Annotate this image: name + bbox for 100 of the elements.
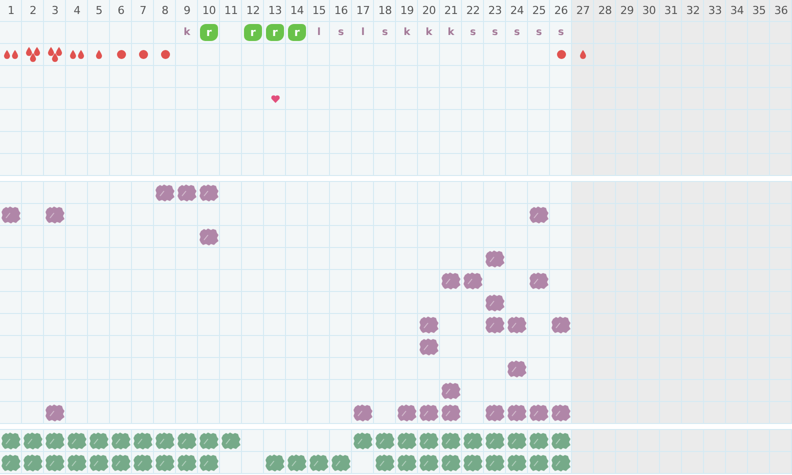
day-letter: l xyxy=(361,27,365,38)
day-number: 20 xyxy=(422,4,436,17)
blob-icon xyxy=(374,454,394,472)
blob-icon xyxy=(462,454,482,472)
day-number: 30 xyxy=(642,4,656,17)
day-number: 2 xyxy=(30,4,36,17)
drops-icon xyxy=(70,50,84,59)
drop-icon xyxy=(580,50,586,59)
blob-icon xyxy=(484,316,504,334)
blob-icon xyxy=(198,454,218,472)
day-letter: s xyxy=(338,27,344,38)
day-number: 25 xyxy=(532,4,546,17)
blob-icon xyxy=(418,316,438,334)
blob-icon xyxy=(418,404,438,422)
day-number: 35 xyxy=(752,4,766,17)
drop-icon xyxy=(96,50,102,59)
blob-icon xyxy=(396,454,416,472)
blob-icon xyxy=(110,432,130,450)
dot-icon xyxy=(138,50,148,59)
blob-icon xyxy=(506,316,526,334)
day-number: 32 xyxy=(686,4,700,17)
blob-icon xyxy=(528,454,548,472)
blob-icon xyxy=(550,432,570,450)
day-letter: k xyxy=(404,27,410,38)
blob-icon xyxy=(484,404,504,422)
day-letter: k xyxy=(448,27,454,38)
blob-icon xyxy=(330,454,350,472)
blob-icon xyxy=(550,316,570,334)
blob-icon xyxy=(66,432,86,450)
dot-icon xyxy=(160,50,170,59)
blob-icon xyxy=(264,454,284,472)
day-number: 7 xyxy=(140,4,146,17)
blob-icon xyxy=(198,184,218,202)
letter-badge: r xyxy=(266,24,284,41)
day-number: 8 xyxy=(162,4,168,17)
day-number: 22 xyxy=(466,4,480,17)
blob-icon xyxy=(528,404,548,422)
day-letter: s xyxy=(536,27,542,38)
day-letter: s xyxy=(470,27,476,38)
blob-icon xyxy=(550,404,570,422)
letter-badge: r xyxy=(200,24,218,41)
day-number: 3 xyxy=(52,4,58,17)
blob-icon xyxy=(44,206,64,224)
blob-icon xyxy=(44,454,64,472)
day-letter: s xyxy=(558,27,564,38)
day-number: 29 xyxy=(620,4,634,17)
blob-icon xyxy=(66,454,86,472)
dot-icon xyxy=(116,50,126,59)
day-letter: k xyxy=(184,27,190,38)
blob-icon xyxy=(198,228,218,246)
dot-icon xyxy=(556,50,566,59)
blob-icon xyxy=(418,338,438,356)
day-number: 28 xyxy=(598,4,612,17)
blob-icon xyxy=(396,404,416,422)
day-number: 15 xyxy=(312,4,326,17)
blob-icon xyxy=(440,272,460,290)
day-letter: s xyxy=(492,27,498,38)
day-number: 21 xyxy=(444,4,458,17)
day-number: 34 xyxy=(730,4,744,17)
day-number: 9 xyxy=(184,4,190,17)
day-number: 24 xyxy=(510,4,524,17)
blob-icon xyxy=(0,206,20,224)
blob-icon xyxy=(484,294,504,312)
blob-icon xyxy=(528,206,548,224)
blob-icon xyxy=(396,432,416,450)
day-number: 23 xyxy=(488,4,502,17)
blob-icon xyxy=(44,432,64,450)
blob-icon xyxy=(352,432,372,450)
blob-icon xyxy=(154,184,174,202)
blob-icon xyxy=(198,432,218,450)
blob-icon xyxy=(506,360,526,378)
blob-icon xyxy=(154,454,174,472)
day-number: 14 xyxy=(290,4,304,17)
day-number: 12 xyxy=(246,4,260,17)
blob-icon xyxy=(506,454,526,472)
blob-icon xyxy=(440,454,460,472)
blob-icon xyxy=(550,454,570,472)
blob-icon xyxy=(110,454,130,472)
blob-icon xyxy=(44,404,64,422)
letter-badge: r xyxy=(244,24,262,41)
drops-icon xyxy=(48,47,62,62)
blob-icon xyxy=(484,250,504,268)
blob-icon xyxy=(484,454,504,472)
day-number: 5 xyxy=(96,4,102,17)
blob-icon xyxy=(418,432,438,450)
blob-icon xyxy=(440,432,460,450)
blob-icon xyxy=(506,404,526,422)
day-number: 11 xyxy=(224,4,238,17)
blob-icon xyxy=(132,432,152,450)
day-number: 13 xyxy=(268,4,282,17)
day-number: 31 xyxy=(664,4,678,17)
blob-icon xyxy=(88,432,108,450)
day-number: 18 xyxy=(378,4,392,17)
blob-icon xyxy=(0,432,20,450)
day-number: 16 xyxy=(334,4,348,17)
blob-icon xyxy=(440,382,460,400)
day-number: 27 xyxy=(576,4,590,17)
blob-icon xyxy=(88,454,108,472)
day-number: 19 xyxy=(400,4,414,17)
blob-icon xyxy=(418,454,438,472)
